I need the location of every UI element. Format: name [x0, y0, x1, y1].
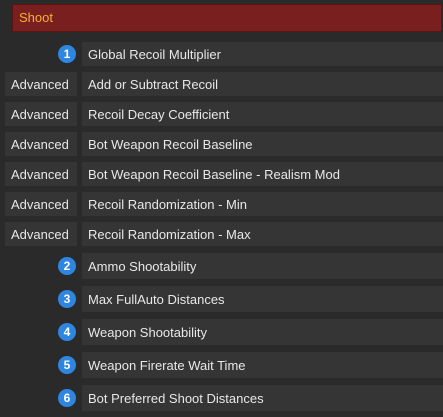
setting-label: Weapon Firerate Wait Time	[82, 352, 443, 378]
setting-row-recoil-randomization-min[interactable]: Advanced Recoil Randomization - Min	[0, 192, 443, 216]
advanced-tag: Advanced	[5, 192, 77, 216]
setting-label: Recoil Decay Coefficient	[82, 102, 443, 126]
setting-label: Weapon Shootability	[82, 319, 443, 345]
setting-row-ammo-shootability[interactable]: 2 Ammo Shootability	[0, 253, 443, 279]
setting-row-bot-preferred-shoot-distances[interactable]: 6 Bot Preferred Shoot Distances	[0, 385, 443, 411]
advanced-tag: Advanced	[5, 132, 77, 156]
setting-label: Max FullAuto Distances	[82, 286, 443, 312]
setting-label: Bot Weapon Recoil Baseline	[82, 132, 443, 156]
setting-label: Global Recoil Multiplier	[82, 42, 443, 66]
number-badge: 2	[58, 257, 76, 275]
setting-label: Recoil Randomization - Min	[82, 192, 443, 216]
setting-label: Recoil Randomization - Max	[82, 222, 443, 246]
number-badge: 6	[58, 389, 76, 407]
setting-row-recoil-decay-coefficient[interactable]: Advanced Recoil Decay Coefficient	[0, 102, 443, 126]
setting-row-recoil-randomization-max[interactable]: Advanced Recoil Randomization - Max	[0, 222, 443, 246]
setting-row-bot-weapon-recoil-baseline[interactable]: Advanced Bot Weapon Recoil Baseline	[0, 132, 443, 156]
setting-label: Bot Weapon Recoil Baseline - Realism Mod	[82, 162, 443, 186]
number-badge: 5	[58, 356, 76, 374]
setting-row-max-fullauto-distances[interactable]: 3 Max FullAuto Distances	[0, 286, 443, 312]
number-badge: 1	[58, 45, 76, 63]
setting-label: Bot Preferred Shoot Distances	[82, 385, 443, 411]
settings-panel: Shoot 1 Global Recoil Multiplier Advance…	[0, 0, 443, 417]
setting-row-add-or-subtract-recoil[interactable]: Advanced Add or Subtract Recoil	[0, 72, 443, 96]
setting-label: Add or Subtract Recoil	[82, 72, 443, 96]
setting-row-global-recoil-multiplier[interactable]: 1 Global Recoil Multiplier	[0, 42, 443, 66]
setting-row-weapon-firerate-wait-time[interactable]: 5 Weapon Firerate Wait Time	[0, 352, 443, 378]
setting-row-weapon-shootability[interactable]: 4 Weapon Shootability	[0, 319, 443, 345]
setting-row-bot-weapon-recoil-baseline-realism[interactable]: Advanced Bot Weapon Recoil Baseline - Re…	[0, 162, 443, 186]
advanced-tag: Advanced	[5, 72, 77, 96]
number-badge: 3	[58, 290, 76, 308]
setting-label: Ammo Shootability	[82, 253, 443, 279]
advanced-tag: Advanced	[5, 102, 77, 126]
section-header-shoot[interactable]: Shoot	[12, 4, 442, 32]
number-badge: 4	[58, 323, 76, 341]
advanced-tag: Advanced	[5, 162, 77, 186]
advanced-tag: Advanced	[5, 222, 77, 246]
